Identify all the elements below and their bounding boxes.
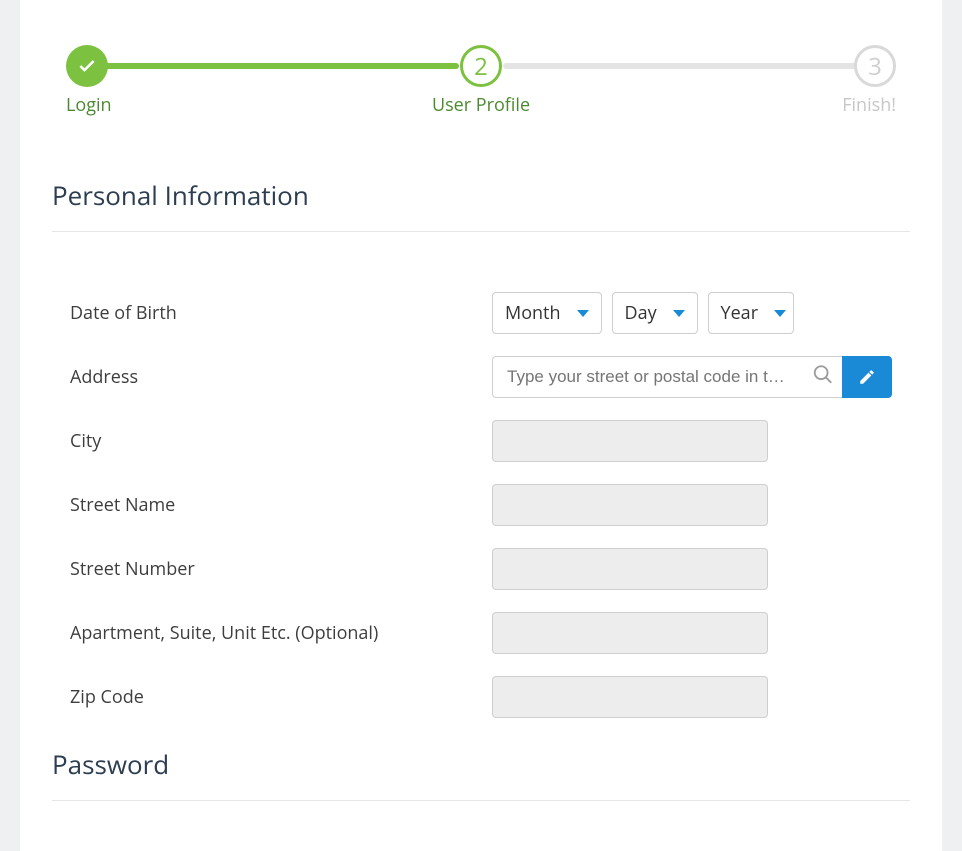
address-search-input[interactable] [492,356,842,398]
chevron-down-icon [673,310,685,317]
zip-label: Zip Code [52,685,492,709]
section-personal-info-heading: Personal Information [52,177,910,213]
dob-month-select[interactable]: Month [492,292,602,334]
street-number-input [492,548,768,590]
check-icon [77,56,97,76]
apartment-input [492,612,768,654]
chevron-down-icon [577,310,589,317]
address-label: Address [52,365,492,389]
dob-year-value: Year [721,301,759,325]
street-name-input [492,484,768,526]
apartment-label: Apartment, Suite, Unit Etc. (Optional) [52,621,492,645]
pencil-icon [858,368,876,386]
dob-day-value: Day [625,301,657,325]
step-3-circle: 3 [854,45,896,87]
step-3-number: 3 [868,50,882,83]
progress-bar-complete [90,63,459,69]
step-2-label: User Profile [343,93,620,117]
dob-year-select[interactable]: Year [708,292,794,334]
street-name-label: Street Name [52,493,492,517]
step-1-label: Login [66,93,343,117]
divider [52,800,910,801]
chevron-down-icon [774,310,786,317]
street-number-label: Street Number [52,557,492,581]
dob-label: Date of Birth [52,301,492,325]
dob-day-select[interactable]: Day [612,292,698,334]
step-1-circle [66,45,108,87]
zip-input [492,676,768,718]
city-label: City [52,429,492,453]
step-2-circle: 2 [460,45,502,87]
step-2-number: 2 [474,50,488,83]
section-password-heading: Password [52,746,910,782]
dob-month-value: Month [505,301,561,325]
city-input [492,420,768,462]
step-3-label: Finish! [619,93,896,117]
progress-bar-remaining [503,63,872,69]
address-edit-button[interactable] [842,356,892,398]
progress-stepper: 2 3 [20,45,942,87]
divider [52,231,910,232]
